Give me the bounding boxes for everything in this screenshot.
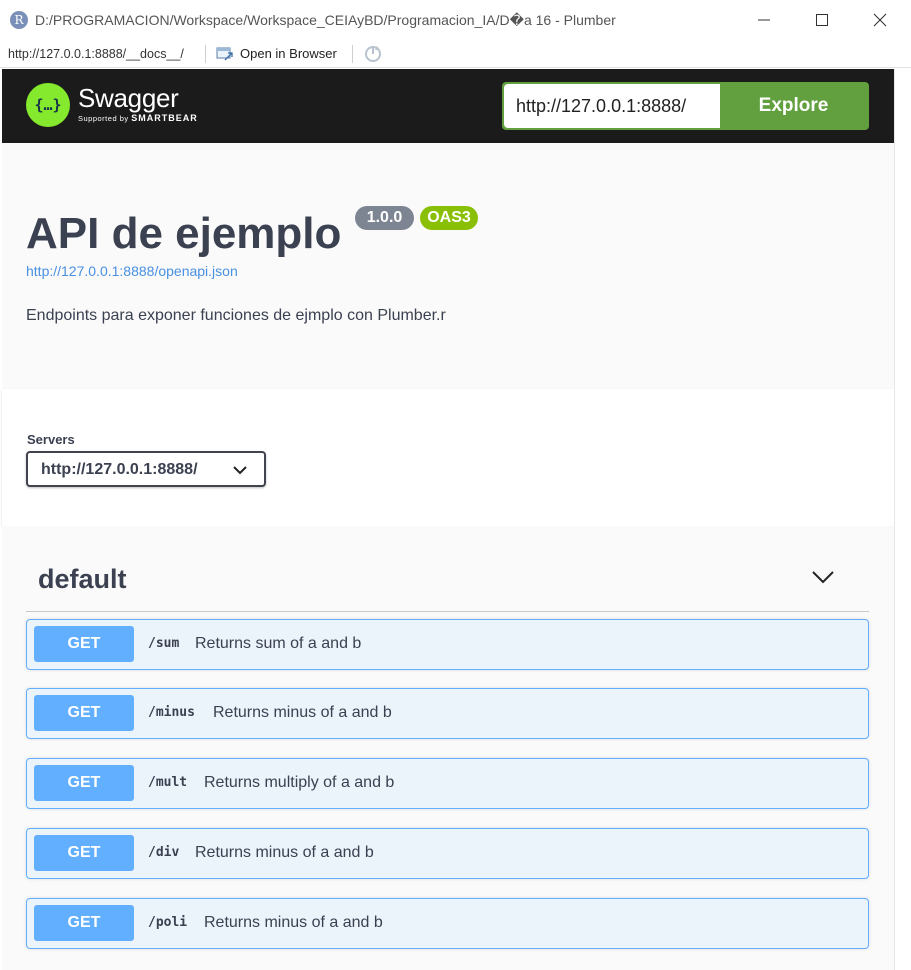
refresh-icon — [365, 46, 381, 62]
method-badge: GET — [34, 626, 134, 662]
toolbar-divider — [205, 45, 206, 63]
operation-summary: Returns multiply of a and b — [204, 774, 395, 791]
toolbar-divider — [352, 45, 353, 63]
server-selected-value: http://127.0.0.1:8888/ — [41, 461, 198, 478]
servers-section: Servers http://127.0.0.1:8888/ — [2, 389, 894, 526]
operation-get-div[interactable]: GET /div Returns minus of a and b — [26, 828, 869, 879]
api-info: API de ejemplo 1.0.0 OAS3 http://127.0.0… — [2, 143, 894, 389]
maximize-button[interactable] — [808, 6, 836, 34]
operation-get-minus[interactable]: GET /minus Returns minus of a and b — [26, 688, 869, 739]
operation-path: /sum — [148, 636, 180, 651]
open-in-browser-label: Open in Browser — [240, 46, 337, 61]
window-right-edge — [894, 69, 911, 970]
operation-get-mult[interactable]: GET /mult Returns multiply of a and b — [26, 758, 869, 809]
api-description: Endpoints para exponer funciones de ejmp… — [26, 307, 446, 324]
explore-button[interactable]: Explore — [720, 84, 867, 128]
viewer-url: http://127.0.0.1:8888/__docs__/ — [8, 47, 184, 61]
chevron-down-icon — [812, 571, 834, 584]
operation-summary: Returns minus of a and b — [195, 844, 374, 861]
operation-path: /mult — [148, 775, 188, 790]
explore-form: Explore — [502, 82, 869, 130]
maximize-icon — [816, 14, 828, 26]
open-browser-icon — [216, 47, 233, 60]
explore-url-input[interactable] — [504, 84, 720, 128]
close-icon — [873, 13, 887, 27]
swagger-brand-sub: Supported by SMARTBEAR — [78, 113, 198, 123]
window-titlebar: R D:/PROGRAMACION/Workspace/Workspace_CE… — [0, 0, 911, 40]
oas-badge: OAS3 — [420, 206, 478, 230]
operation-get-poli[interactable]: GET /poli Returns minus of a and b — [26, 898, 869, 949]
operation-path: /poli — [148, 915, 188, 930]
operation-get-sum[interactable]: GET /sum Returns sum of a and b — [26, 619, 869, 670]
server-select[interactable]: http://127.0.0.1:8888/ — [26, 451, 266, 487]
operation-path: /minus — [148, 705, 195, 720]
method-badge: GET — [34, 765, 134, 801]
tag-name: default — [38, 564, 127, 594]
minimize-icon — [758, 19, 770, 21]
swagger-logo-icon: {…} — [26, 83, 70, 127]
close-button[interactable] — [866, 6, 894, 34]
r-app-icon: R — [10, 11, 28, 29]
openapi-spec-link[interactable]: http://127.0.0.1:8888/openapi.json — [26, 263, 238, 279]
method-badge: GET — [34, 905, 134, 941]
window-title: D:/PROGRAMACION/Workspace/Workspace_CEIA… — [35, 12, 616, 28]
operation-summary: Returns sum of a and b — [195, 635, 362, 652]
viewer-toolbar: http://127.0.0.1:8888/__docs__/ Open in … — [0, 40, 911, 68]
servers-label: Servers — [27, 432, 75, 447]
operation-path: /div — [148, 845, 180, 860]
swagger-topbar: {…} Swagger Supported by SMARTBEAR Explo… — [2, 69, 894, 143]
chevron-down-icon — [233, 466, 247, 475]
operation-summary: Returns minus of a and b — [204, 914, 383, 931]
minimize-button[interactable] — [750, 6, 778, 34]
operation-summary: Returns minus of a and b — [213, 704, 392, 721]
tag-header-default[interactable]: default — [26, 556, 869, 612]
version-badge: 1.0.0 — [355, 206, 414, 230]
method-badge: GET — [34, 835, 134, 871]
swagger-logo[interactable]: {…} Swagger Supported by SMARTBEAR — [26, 83, 198, 127]
swagger-brand-name: Swagger — [78, 83, 179, 113]
api-title: API de ejemplo — [26, 209, 342, 258]
open-in-browser-button[interactable]: Open in Browser — [216, 46, 337, 61]
refresh-button[interactable] — [363, 44, 383, 64]
method-badge: GET — [34, 695, 134, 731]
